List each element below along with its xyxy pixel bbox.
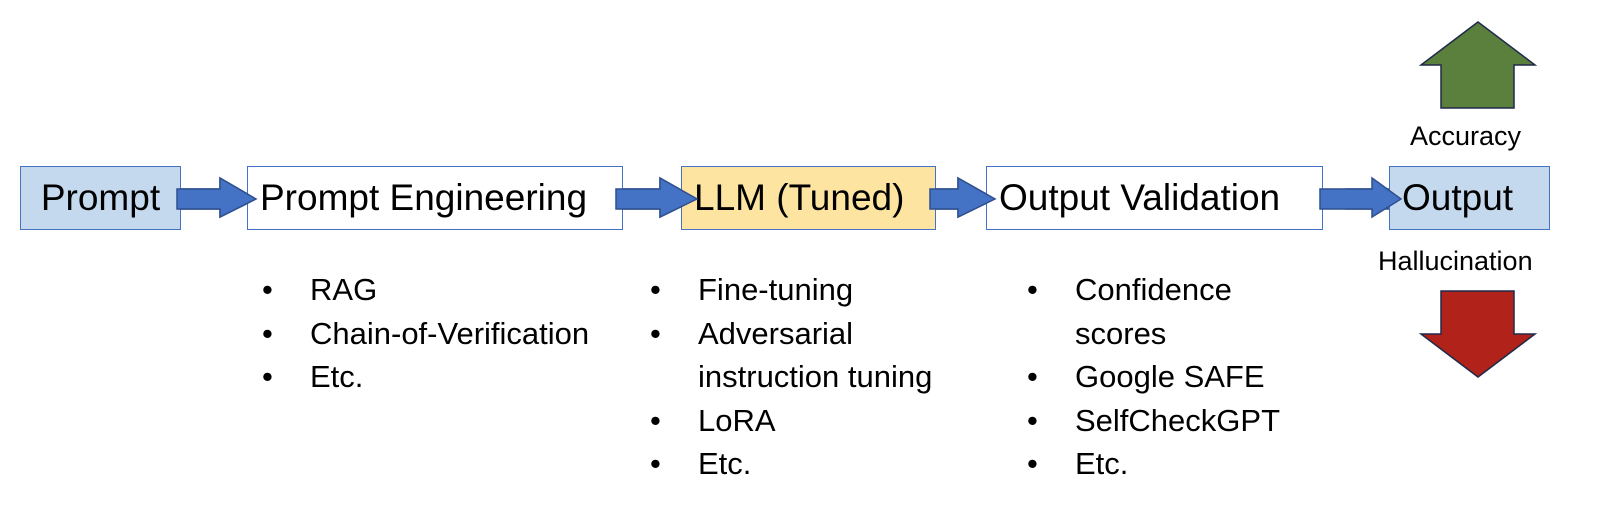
- prompt-engineering-techniques-list: RAG Chain-of-Verification Etc.: [262, 268, 589, 399]
- stage-output-validation: Output Validation: [986, 166, 1323, 230]
- list-item: Etc.: [262, 355, 589, 399]
- list-item: Etc.: [1027, 442, 1287, 486]
- stage-prompt-engineering: Prompt Engineering: [247, 166, 623, 230]
- list-item: Fine-tuning: [650, 268, 980, 312]
- output-validation-techniques-list: Confidence scores Google SAFE SelfCheckG…: [1027, 268, 1287, 486]
- list-item: RAG: [262, 268, 589, 312]
- stage-output: Output: [1389, 166, 1550, 230]
- list-item: LoRA: [650, 399, 980, 443]
- hallucination-label: Hallucination: [1378, 246, 1533, 276]
- hallucination-down-arrow-icon: [1418, 290, 1538, 378]
- accuracy-up-arrow-icon: [1418, 21, 1538, 109]
- stage-label: Prompt Engineering: [260, 177, 588, 218]
- stage-label: LLM (Tuned): [694, 177, 905, 218]
- list-item: Chain-of-Verification: [262, 312, 589, 356]
- flow-arrow-1: [176, 176, 258, 219]
- stage-prompt: Prompt: [20, 166, 181, 230]
- flow-arrow-1-head: [176, 176, 258, 219]
- stage-label: Prompt: [40, 177, 161, 218]
- list-item: Confidence scores: [1027, 268, 1287, 355]
- llm-tuning-techniques-list: Fine-tuning Adversarial instruction tuni…: [650, 268, 980, 486]
- list-item: Google SAFE: [1027, 355, 1287, 399]
- accuracy-label: Accuracy: [1410, 121, 1522, 151]
- list-item: SelfCheckGPT: [1027, 399, 1287, 443]
- stage-label: Output: [1402, 177, 1514, 218]
- list-item: Etc.: [650, 442, 980, 486]
- stage-label: Output Validation: [999, 177, 1281, 218]
- stage-llm-tuned: LLM (Tuned): [681, 166, 936, 230]
- list-item: Adversarial instruction tuning: [650, 312, 980, 399]
